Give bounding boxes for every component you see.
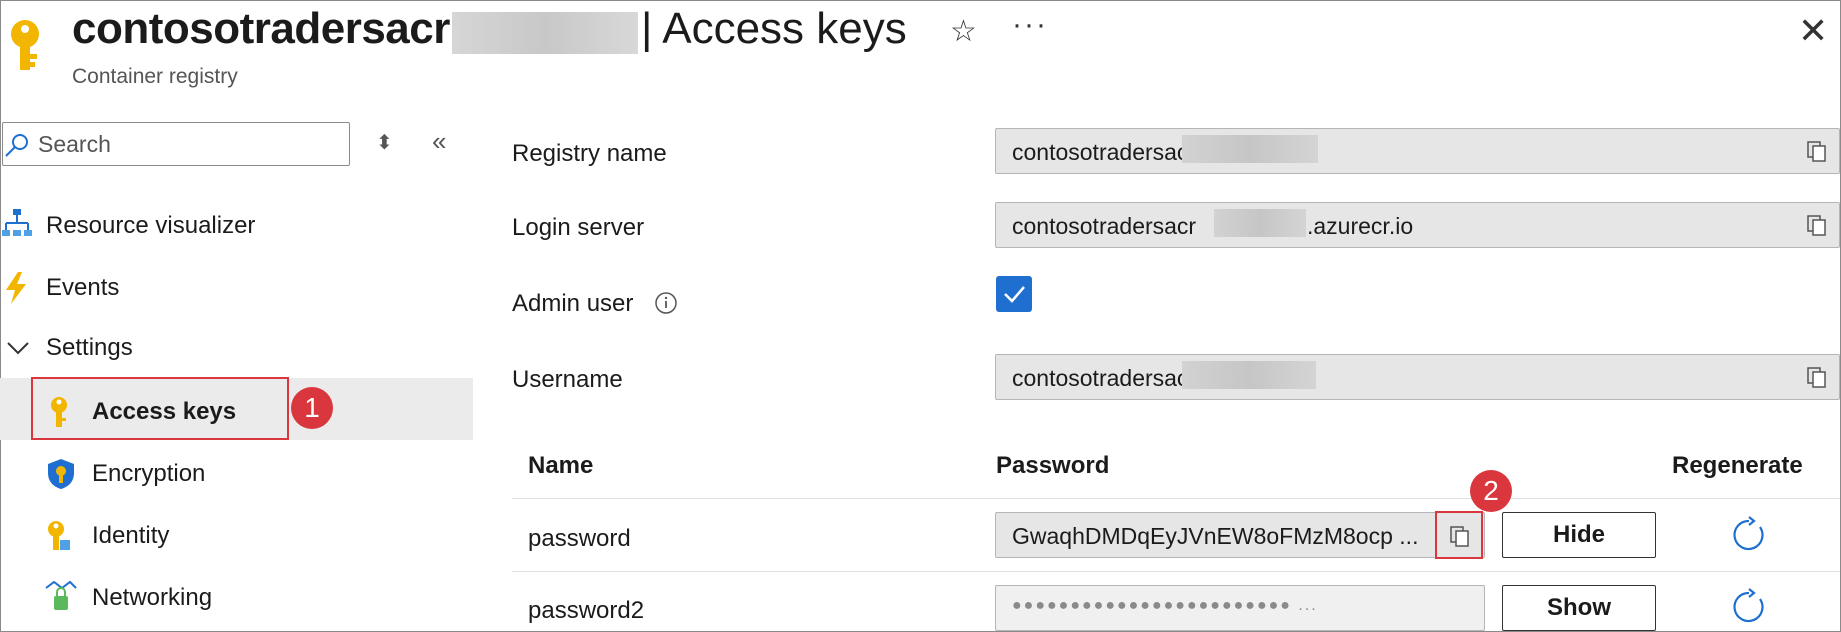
redacted-value [1214, 209, 1306, 237]
highlight-box-1 [31, 377, 289, 440]
username-value: contosotradersacr [1012, 365, 1197, 391]
regenerate-icon[interactable] [1730, 516, 1768, 559]
network-lock-icon [44, 580, 78, 619]
page-subtitle: Container registry [72, 65, 238, 88]
redacted-value [1182, 361, 1316, 389]
step-badge-1: 1 [291, 387, 333, 429]
resource-visualizer-icon [2, 208, 32, 243]
password2-masked-value: ●●●●●●●●●●●●●●●●●●●●●●●● ... [1012, 597, 1318, 614]
password-value: GwaqhDMDqEyJVnEW8oFMzM8ocp ... [1012, 523, 1419, 549]
more-icon[interactable]: ··· [1012, 8, 1048, 42]
identity-key-icon [46, 520, 72, 557]
copy-icon[interactable] [1806, 140, 1828, 167]
page-title: contosotradersacr [72, 4, 450, 53]
expand-collapse-icon[interactable]: ⬍ [376, 130, 393, 155]
redacted-value [1182, 135, 1318, 163]
search-icon [4, 132, 30, 163]
sidebar-group-settings[interactable]: Settings [46, 334, 133, 362]
shield-key-icon [46, 458, 76, 495]
column-header-regenerate: Regenerate [1672, 452, 1803, 479]
table-divider [512, 498, 1840, 499]
column-header-password: Password [996, 452, 1110, 479]
sidebar-item-encryption[interactable]: Encryption [92, 460, 205, 488]
star-icon[interactable]: ☆ [950, 14, 977, 49]
username-label: Username [512, 366, 623, 393]
chevron-down-icon[interactable] [6, 340, 30, 361]
regenerate-icon[interactable] [1730, 588, 1768, 631]
info-icon[interactable] [654, 291, 678, 320]
lightning-icon [4, 272, 28, 309]
hide-password-button[interactable]: Hide [1502, 512, 1656, 558]
copy-icon[interactable] [1806, 214, 1828, 241]
login-server-prefix: contosotradersacr [1012, 213, 1197, 239]
redacted-name [452, 12, 638, 54]
admin-user-label: Admin user [512, 290, 634, 317]
password2-row-name: password2 [528, 597, 645, 624]
password-row-name: password [528, 525, 631, 552]
registry-name-value: contosotradersacr [1012, 139, 1197, 165]
sidebar-item-events[interactable]: Events [46, 274, 119, 302]
search-placeholder: Search [38, 131, 111, 157]
registry-name-label: Registry name [512, 140, 667, 167]
highlight-box-2 [1435, 511, 1483, 559]
sidebar-item-resource-visualizer[interactable]: Resource visualizer [46, 212, 255, 240]
login-server-label: Login server [512, 214, 645, 241]
table-divider [512, 571, 1840, 572]
column-header-name: Name [528, 452, 594, 479]
sidebar-item-networking[interactable]: Networking [92, 584, 212, 612]
login-server-suffix: .azurecr.io [1307, 213, 1414, 239]
checkmark-icon [1004, 286, 1025, 303]
step-badge-2: 2 [1470, 470, 1512, 512]
admin-user-checkbox[interactable] [996, 276, 1032, 312]
key-icon [6, 18, 44, 79]
show-password-button[interactable]: Show [1502, 585, 1656, 631]
sidebar-item-identity[interactable]: Identity [92, 522, 169, 550]
close-icon[interactable]: ✕ [1798, 10, 1828, 52]
collapse-sidebar-icon[interactable]: « [432, 126, 446, 157]
copy-icon[interactable] [1806, 366, 1828, 393]
page-title-suffix: | Access keys [641, 4, 907, 53]
